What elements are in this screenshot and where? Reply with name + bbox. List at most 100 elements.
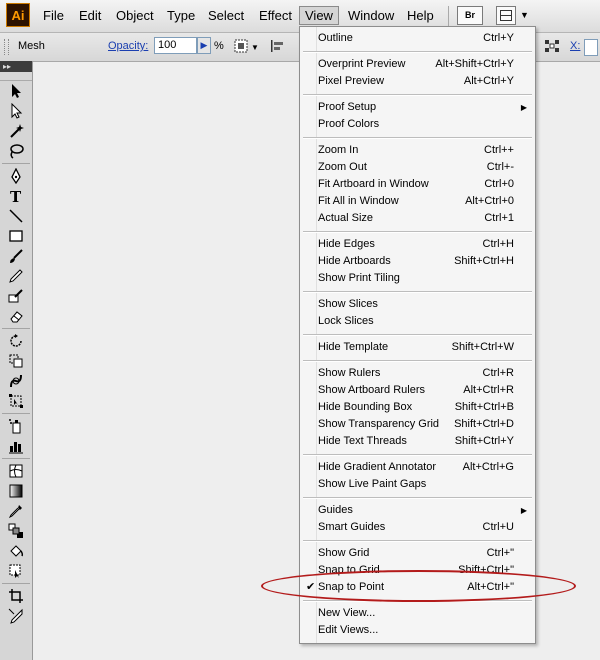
- menu-item-shortcut: Ctrl+H: [482, 238, 514, 250]
- menu-item-proof-setup[interactable]: Proof Setup ▶: [300, 99, 535, 116]
- rectangle-tool[interactable]: [3, 226, 29, 246]
- chevron-down-icon[interactable]: ▼: [520, 10, 529, 20]
- menu-item-proof-colors[interactable]: Proof Colors: [300, 116, 535, 133]
- eraser-tool[interactable]: [3, 306, 29, 326]
- menu-item-show-slices[interactable]: Show Slices: [300, 296, 535, 313]
- chevron-down-icon[interactable]: ▼: [251, 43, 259, 52]
- menu-item-zoom-in[interactable]: Zoom In Ctrl++: [300, 142, 535, 159]
- menu-item-label: Guides: [318, 504, 353, 516]
- menu-select[interactable]: Select: [203, 6, 249, 25]
- menu-item-show-grid[interactable]: Show Grid Ctrl+": [300, 545, 535, 562]
- menu-item-shortcut: Alt+Shift+Ctrl+Y: [435, 58, 514, 70]
- magic-wand-icon: [10, 124, 24, 138]
- eyedropper-tool[interactable]: [3, 501, 29, 521]
- menu-item-show-artboard-rulers[interactable]: Show Artboard Rulers Alt+Ctrl+R: [300, 382, 535, 399]
- menu-file[interactable]: File: [38, 6, 69, 25]
- menu-item-smart-guides[interactable]: Smart Guides Ctrl+U: [300, 519, 535, 536]
- menu-item-actual-size[interactable]: Actual Size Ctrl+1: [300, 210, 535, 227]
- menu-object[interactable]: Object: [111, 6, 159, 25]
- menu-effect[interactable]: Effect: [254, 6, 297, 25]
- menu-item-hide-text-threads[interactable]: Hide Text Threads Shift+Ctrl+Y: [300, 433, 535, 450]
- menu-item-fit-all[interactable]: Fit All in Window Alt+Ctrl+0: [300, 193, 535, 210]
- crop-icon: [9, 589, 23, 603]
- menu-view[interactable]: View: [299, 6, 339, 25]
- menu-item-edit-views[interactable]: Edit Views...: [300, 622, 535, 639]
- menu-item-show-rulers[interactable]: Show Rulers Ctrl+R: [300, 365, 535, 382]
- gradient-icon: [9, 484, 23, 498]
- x-position-label[interactable]: X:: [570, 40, 580, 52]
- menu-item-label: Actual Size: [318, 212, 374, 224]
- opacity-label[interactable]: Opacity:: [108, 40, 148, 52]
- menu-item-show-transparency-grid[interactable]: Show Transparency Grid Shift+Ctrl+D: [300, 416, 535, 433]
- menu-window[interactable]: Window: [343, 6, 399, 25]
- menu-item-shortcut: Ctrl+Y: [483, 32, 514, 44]
- symbol-sprayer-tool[interactable]: [3, 416, 29, 436]
- menu-item-show-print-tiling[interactable]: Show Print Tiling: [300, 270, 535, 287]
- menu-item-hide-bounding-box[interactable]: Hide Bounding Box Shift+Ctrl+B: [300, 399, 535, 416]
- type-tool[interactable]: T: [3, 186, 29, 206]
- tools-panel-collapse-icon[interactable]: ▸▸: [0, 61, 32, 72]
- menu-item-lock-slices[interactable]: Lock Slices: [300, 313, 535, 330]
- menu-item-label: Show Slices: [318, 298, 378, 310]
- tool-separator: [2, 583, 30, 584]
- x-position-input[interactable]: [584, 39, 598, 56]
- scale-tool[interactable]: [3, 351, 29, 371]
- menu-edit[interactable]: Edit: [74, 6, 106, 25]
- live-paint-selection-icon: [9, 564, 21, 578]
- menu-item-hide-edges[interactable]: Hide Edges Ctrl+H: [300, 236, 535, 253]
- bridge-button[interactable]: Br: [457, 6, 483, 25]
- rotate-tool[interactable]: [3, 331, 29, 351]
- menu-item-shortcut: Shift+Ctrl+B: [454, 401, 514, 413]
- mesh-tool[interactable]: [3, 461, 29, 481]
- menu-item-label: New View...: [318, 607, 376, 619]
- live-paint-bucket-tool[interactable]: [3, 541, 29, 561]
- blob-brush-tool[interactable]: [3, 286, 29, 306]
- menu-item-hide-template[interactable]: Hide Template Shift+Ctrl+W: [300, 339, 535, 356]
- menu-item-pixel-preview[interactable]: Pixel Preview Alt+Ctrl+Y: [300, 73, 535, 90]
- menu-item-zoom-out[interactable]: Zoom Out Ctrl+-: [300, 159, 535, 176]
- slice-tool[interactable]: [3, 606, 29, 626]
- direct-selection-tool[interactable]: [3, 101, 29, 121]
- menu-type[interactable]: Type: [162, 6, 200, 25]
- paintbrush-tool[interactable]: [3, 246, 29, 266]
- gradient-tool[interactable]: [3, 481, 29, 501]
- crop-area-tool[interactable]: [3, 586, 29, 606]
- eraser-icon: [10, 311, 23, 323]
- align-left-icon[interactable]: [270, 39, 286, 53]
- menu-separator: [303, 231, 532, 233]
- menu-item-label: Zoom Out: [318, 161, 367, 173]
- pencil-tool[interactable]: [3, 266, 29, 286]
- lasso-tool[interactable]: [3, 141, 29, 161]
- menu-item-label: Show Grid: [318, 547, 370, 559]
- menu-item-outline[interactable]: Outline Ctrl+Y: [300, 30, 535, 47]
- pen-tool[interactable]: [3, 166, 29, 186]
- menu-item-hide-gradient-annotator[interactable]: Hide Gradient Annotator Alt+Ctrl+G: [300, 459, 535, 476]
- selection-tool[interactable]: [3, 81, 29, 101]
- free-transform-tool[interactable]: [3, 391, 29, 411]
- style-swatch-icon[interactable]: [234, 39, 250, 53]
- live-paint-selection-tool[interactable]: [3, 561, 29, 581]
- menu-item-shortcut: Ctrl+": [486, 547, 514, 559]
- column-graph-tool[interactable]: [3, 436, 29, 456]
- panel-grip-icon[interactable]: [4, 39, 9, 55]
- blend-tool[interactable]: [3, 521, 29, 541]
- tools-panel-grip[interactable]: [0, 72, 32, 81]
- free-transform-icon: [9, 394, 23, 408]
- opacity-dropdown-button[interactable]: ▶: [197, 37, 211, 54]
- menubar-separator: [448, 6, 449, 26]
- menu-item-overprint-preview[interactable]: Overprint Preview Alt+Shift+Ctrl+Y: [300, 56, 535, 73]
- menu-help[interactable]: Help: [402, 6, 439, 25]
- menu-item-show-live-paint-gaps[interactable]: Show Live Paint Gaps: [300, 476, 535, 493]
- warp-tool[interactable]: [3, 371, 29, 391]
- menu-item-fit-artboard[interactable]: Fit Artboard in Window Ctrl+0: [300, 176, 535, 193]
- tool-separator: [2, 328, 30, 329]
- opacity-input[interactable]: 100: [154, 37, 197, 54]
- menu-item-label: Show Live Paint Gaps: [318, 478, 427, 490]
- menu-item-guides[interactable]: Guides ▶: [300, 502, 535, 519]
- menu-item-new-view[interactable]: New View...: [300, 605, 535, 622]
- reference-point-icon[interactable]: [544, 39, 560, 53]
- line-segment-tool[interactable]: [3, 206, 29, 226]
- magic-wand-tool[interactable]: [3, 121, 29, 141]
- workspace-switcher-icon[interactable]: [496, 6, 516, 25]
- menu-item-hide-artboards[interactable]: Hide Artboards Shift+Ctrl+H: [300, 253, 535, 270]
